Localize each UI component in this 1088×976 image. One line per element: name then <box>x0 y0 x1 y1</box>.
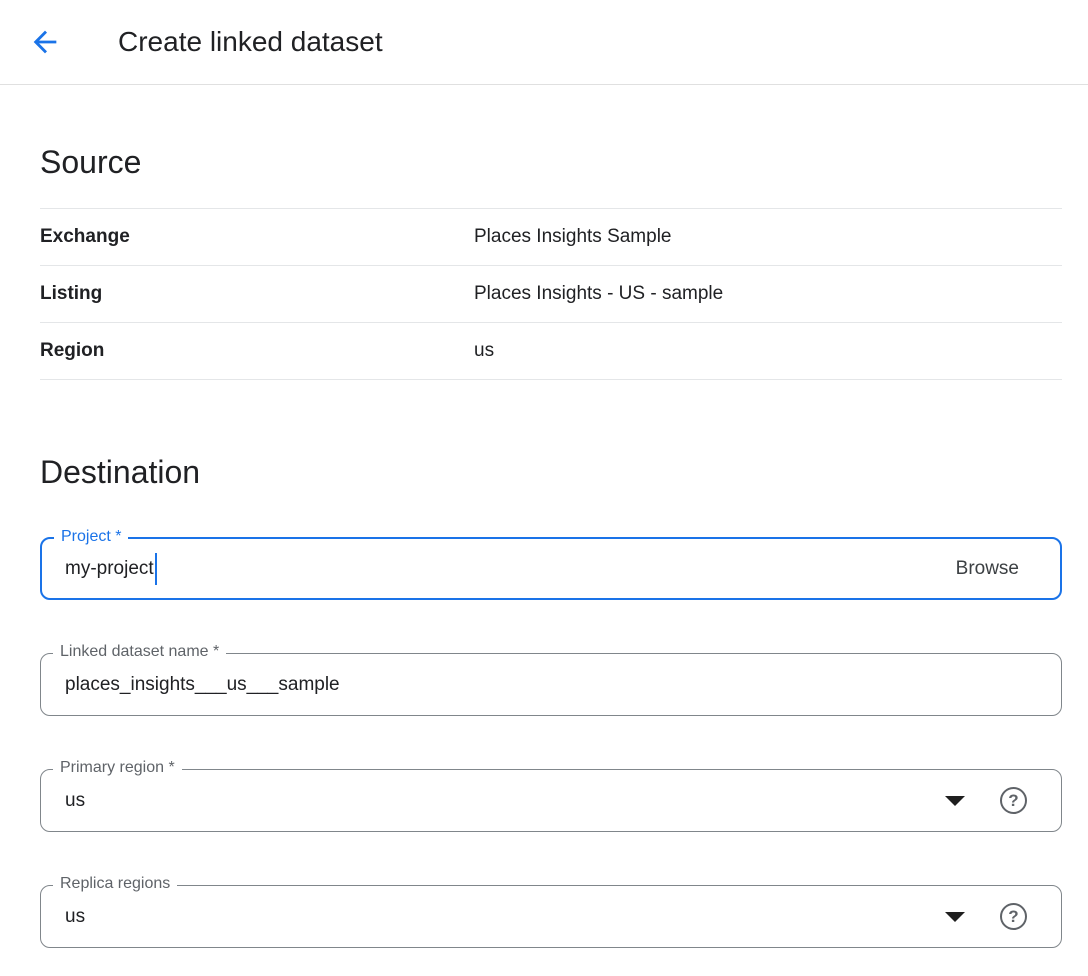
caret-down-icon[interactable] <box>945 796 965 806</box>
exchange-value: Places Insights Sample <box>474 226 672 248</box>
primary-region-label: Primary region * <box>53 759 182 777</box>
replica-regions-select[interactable]: Replica regions us ? <box>40 885 1062 948</box>
help-icon[interactable]: ? <box>1000 903 1027 930</box>
project-field-label: Project * <box>54 528 128 546</box>
region-value: us <box>474 340 494 362</box>
listing-value: Places Insights - US - sample <box>474 283 723 305</box>
browse-button[interactable]: Browse <box>956 558 1019 580</box>
linked-dataset-name-value[interactable]: places_insights___us___sample <box>65 674 340 696</box>
source-table: Exchange Places Insights Sample Listing … <box>40 208 1062 380</box>
source-row-listing: Listing Places Insights - US - sample <box>40 266 1062 323</box>
replica-regions-controls: ? <box>945 903 1027 930</box>
replica-regions-value: us <box>65 906 85 928</box>
main-content: Source Exchange Places Insights Sample L… <box>0 140 1088 948</box>
back-button[interactable] <box>28 25 62 59</box>
region-label: Region <box>40 340 474 362</box>
listing-label: Listing <box>40 283 474 305</box>
text-cursor <box>155 553 157 585</box>
source-row-exchange: Exchange Places Insights Sample <box>40 209 1062 266</box>
source-row-region: Region us <box>40 323 1062 380</box>
linked-dataset-name-field[interactable]: Linked dataset name * places_insights___… <box>40 653 1062 716</box>
help-icon[interactable]: ? <box>1000 787 1027 814</box>
primary-region-select[interactable]: Primary region * us ? <box>40 769 1062 832</box>
destination-heading: Destination <box>40 450 1062 494</box>
replica-regions-label: Replica regions <box>53 875 177 893</box>
header: Create linked dataset <box>0 0 1088 85</box>
source-heading: Source <box>40 140 1062 184</box>
project-field[interactable]: Project * my-project Browse <box>40 537 1062 600</box>
arrow-back-icon <box>28 25 62 59</box>
exchange-label: Exchange <box>40 226 474 248</box>
page-title: Create linked dataset <box>118 26 383 58</box>
linked-dataset-name-label: Linked dataset name * <box>53 643 226 661</box>
primary-region-value: us <box>65 790 85 812</box>
project-input-value[interactable]: my-project <box>65 558 154 580</box>
primary-region-controls: ? <box>945 787 1027 814</box>
caret-down-icon[interactable] <box>945 912 965 922</box>
